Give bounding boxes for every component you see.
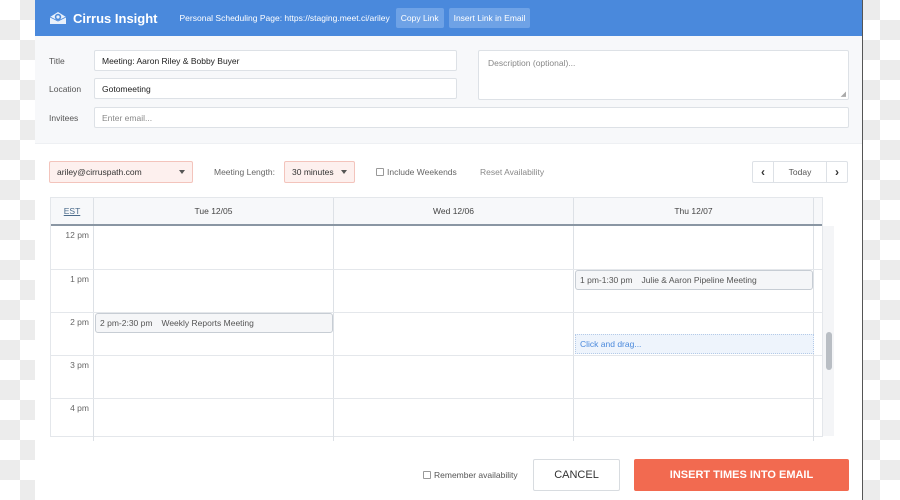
insert-times-button[interactable]: INSERT TIMES INTO EMAIL: [634, 459, 849, 491]
timezone-link[interactable]: EST: [51, 198, 94, 224]
location-row: Location Gotomeeting: [49, 78, 457, 99]
meeting-length-value: 30 minutes: [292, 167, 334, 177]
calendar-toolbar: ariley@cirruspath.com Meeting Length: 30…: [49, 161, 848, 183]
time-slot[interactable]: [334, 399, 574, 441]
title-label: Title: [49, 55, 65, 66]
event-time: 1 pm-1:30 pm: [580, 275, 633, 285]
location-input[interactable]: Gotomeeting: [94, 78, 457, 99]
calendar-account-select[interactable]: ariley@cirruspath.com: [49, 161, 193, 183]
click-and-drag-slot[interactable]: Click and drag...: [575, 334, 814, 354]
hour-row: 4 pm: [51, 398, 822, 441]
event-time: 2 pm-2:30 pm: [100, 318, 153, 328]
calendar-account-value: ariley@cirruspath.com: [57, 167, 142, 177]
include-weekends-toggle[interactable]: Include Weekends: [376, 167, 457, 177]
cancel-button[interactable]: CANCEL: [533, 459, 620, 491]
invitees-input[interactable]: Enter email...: [94, 107, 849, 128]
invitees-label: Invitees: [49, 112, 79, 123]
scheduling-page-url: Personal Scheduling Page: https://stagin…: [179, 13, 390, 23]
time-slot[interactable]: [94, 270, 334, 312]
title-row: Title Meeting: Aaron Riley & Bobby Buyer: [49, 50, 457, 71]
location-label: Location: [49, 83, 82, 94]
remember-availability-label: Remember availability: [434, 470, 518, 480]
scrollbar-thumb[interactable]: [826, 332, 832, 370]
include-weekends-checkbox[interactable]: [376, 168, 384, 176]
dialog-footer: Remember availability CANCEL INSERT TIME…: [35, 459, 862, 491]
time-slot[interactable]: [334, 313, 574, 355]
app-name: Cirrus Insight: [73, 10, 158, 26]
time-slot[interactable]: [574, 356, 814, 398]
meeting-form: Title Meeting: Aaron Riley & Bobby Buyer…: [35, 36, 862, 144]
chevron-right-icon[interactable]: ›: [827, 162, 847, 182]
chevron-left-icon[interactable]: ‹: [753, 162, 773, 182]
hour-label: 1 pm: [51, 270, 94, 312]
caret-down-icon: [179, 170, 185, 174]
availability-calendar: EST Tue 12/05 Wed 12/06 Thu 12/07 12 pm …: [50, 197, 834, 441]
day-header: Thu 12/07: [574, 198, 814, 224]
hour-row: 12 pm: [51, 226, 822, 269]
time-slot[interactable]: [574, 399, 814, 441]
description-placeholder: Description (optional)...: [488, 58, 576, 68]
calendar-header: EST Tue 12/05 Wed 12/06 Thu 12/07: [51, 198, 822, 226]
envelope-cloud-icon: [49, 11, 67, 25]
copy-link-button[interactable]: Copy Link: [395, 8, 444, 28]
meeting-length-label: Meeting Length:: [214, 167, 275, 177]
day-header: Wed 12/06: [334, 198, 574, 224]
logo: Cirrus Insight: [49, 11, 158, 26]
resize-handle-icon[interactable]: ◢: [841, 90, 846, 98]
time-slot[interactable]: [334, 226, 574, 269]
invitees-row: Invitees Enter email...: [49, 107, 849, 128]
description-textarea[interactable]: Description (optional)... ◢: [478, 50, 849, 100]
event-title: Weekly Reports Meeting: [161, 318, 254, 328]
remember-availability-toggle[interactable]: Remember availability: [423, 470, 518, 480]
hour-row: 3 pm: [51, 355, 822, 398]
day-header: Tue 12/05: [94, 198, 334, 224]
time-slot[interactable]: [574, 226, 814, 269]
title-input[interactable]: Meeting: Aaron Riley & Bobby Buyer: [94, 50, 457, 71]
meeting-length-select[interactable]: 30 minutes: [284, 161, 355, 183]
hour-label: 12 pm: [51, 226, 94, 269]
time-slot[interactable]: [334, 356, 574, 398]
event-title: Julie & Aaron Pipeline Meeting: [641, 275, 757, 285]
include-weekends-label: Include Weekends: [387, 167, 457, 177]
calendar-event[interactable]: 1 pm-1:30 pm Julie & Aaron Pipeline Meet…: [575, 270, 813, 290]
time-slot[interactable]: [94, 226, 334, 269]
reset-availability-link[interactable]: Reset Availability: [480, 167, 544, 177]
today-button[interactable]: Today: [773, 162, 827, 182]
date-navigation: ‹ Today ›: [752, 161, 848, 183]
insert-link-button[interactable]: Insert Link in Email: [448, 8, 531, 28]
time-slot[interactable]: [334, 270, 574, 312]
remember-availability-checkbox[interactable]: [423, 471, 431, 479]
time-slot[interactable]: [94, 356, 334, 398]
hour-label: 4 pm: [51, 399, 94, 441]
calendar-grid[interactable]: 12 pm 1 pm 2 pm 3 pm 4 pm 1 pm-1:30 pm J…: [51, 226, 822, 441]
calendar-scrollbar[interactable]: [822, 226, 834, 436]
hour-label: 3 pm: [51, 356, 94, 398]
time-slot[interactable]: [94, 399, 334, 441]
hour-label: 2 pm: [51, 313, 94, 355]
caret-down-icon: [341, 170, 347, 174]
header-bar: Cirrus Insight Personal Scheduling Page:…: [35, 0, 862, 36]
scheduling-dialog: Cirrus Insight Personal Scheduling Page:…: [35, 0, 863, 500]
calendar-event[interactable]: 2 pm-2:30 pm Weekly Reports Meeting: [95, 313, 333, 333]
